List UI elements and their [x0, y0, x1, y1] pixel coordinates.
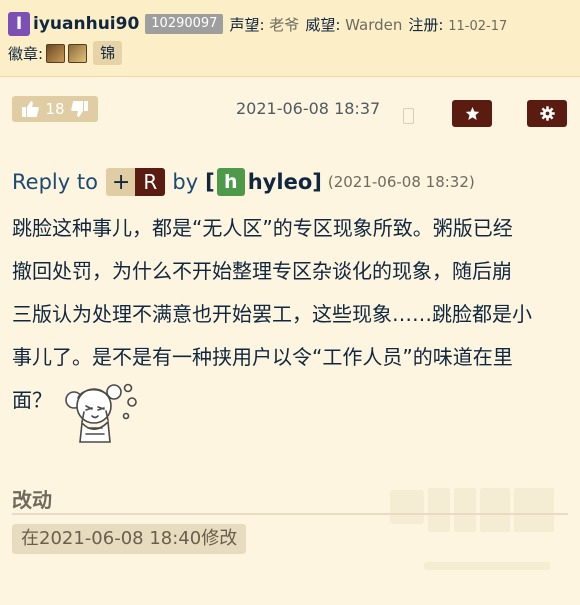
post-line: 三版认为处理不满意也开始罢工，这些现象……跳脸都是小 — [12, 302, 532, 326]
thumbs-down-icon[interactable] — [70, 101, 88, 117]
bracket-open: [ — [205, 170, 215, 194]
edit-section-label: 改动 — [12, 488, 52, 512]
badges-label: 徽章: — [8, 44, 44, 63]
register-date: 注册: 11-02-17 — [408, 14, 507, 35]
crying-sticker-icon — [65, 383, 137, 443]
badge-icon[interactable] — [68, 43, 88, 63]
author-name-link[interactable]: hyleo — [248, 170, 313, 194]
reputation-value: 老爷 — [269, 15, 300, 34]
gear-icon — [539, 106, 555, 121]
post-timestamp: 2021-06-08 18:37 — [236, 99, 381, 118]
register-value: 11-02-17 — [448, 18, 508, 34]
reply-plus: + — [111, 169, 131, 195]
post-line: 事儿了。是不是有一种挟用户以令“工作人员”的味道在里 — [12, 345, 513, 369]
badges-row: 徽章: 锦 — [8, 40, 123, 66]
prestige-label: 威望: — [305, 15, 341, 34]
reply-to-link[interactable]: Reply to — [12, 170, 98, 194]
author-avatar[interactable]: h — [216, 168, 245, 196]
badge-icon[interactable] — [46, 43, 66, 63]
username-link[interactable]: iyuanhui90 — [33, 14, 139, 34]
reputation: 声望: 老爷 — [229, 14, 299, 35]
edit-note: 在2021-06-08 18:40修改 — [12, 524, 247, 554]
by-label: by — [172, 170, 199, 194]
mobile-device-icon — [403, 108, 414, 124]
prestige-value: Warden — [345, 15, 403, 34]
vote-widget: 18 — [12, 96, 98, 122]
reply-target-avatar: R — [135, 168, 166, 196]
thumbs-up-icon[interactable] — [22, 101, 40, 117]
reply-date: (2021-06-08 18:32) — [327, 173, 475, 191]
star-icon — [465, 106, 479, 120]
user-id-badge[interactable]: 10290097 — [145, 14, 224, 34]
badge-tag[interactable]: 锦 — [93, 41, 123, 65]
user-info-bar: I iyuanhui90 10290097 声望: 老爷 威望: Warden … — [0, 0, 580, 77]
prestige: 威望: Warden — [305, 14, 402, 35]
reputation-label: 声望: — [229, 15, 265, 34]
site-logo-watermark — [390, 488, 554, 570]
reply-header: Reply to + R by [ h hyleo ] (2021-06-08 … — [12, 167, 475, 197]
register-label: 注册: — [408, 15, 444, 34]
user-row: I iyuanhui90 10290097 声望: 老爷 威望: Warden … — [8, 11, 507, 37]
settings-button[interactable] — [527, 100, 567, 127]
user-avatar[interactable]: I — [8, 12, 30, 36]
vote-count: 18 — [45, 100, 65, 118]
post-line: 撤回处罚，为什么不开始整理专区杂谈化的现象，随后崩 — [12, 259, 512, 283]
favorite-button[interactable] — [452, 100, 492, 127]
bracket-close: ] — [312, 170, 322, 194]
post-line: 跳脸这种事儿，都是“无人区”的专区现象所致。粥版已经 — [12, 216, 513, 240]
post-toolbar: 18 2021-06-08 18:37 — [0, 92, 580, 132]
reply-target[interactable]: + R — [105, 168, 166, 196]
